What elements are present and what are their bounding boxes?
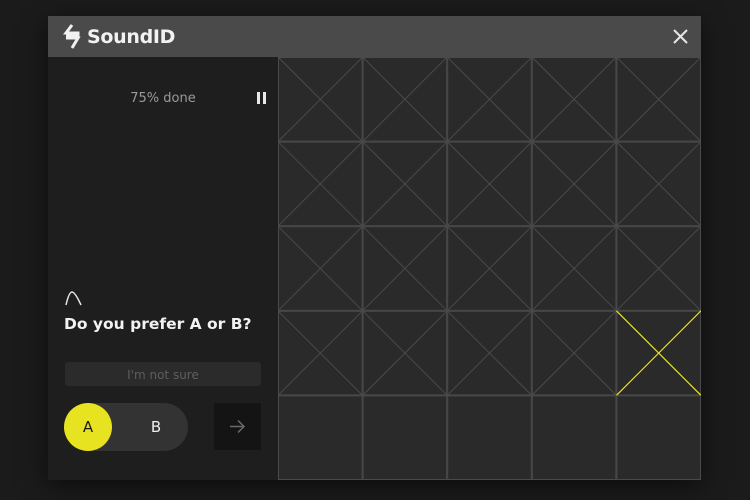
pause-icon[interactable] <box>257 92 260 104</box>
brand-name: SoundID <box>87 25 176 48</box>
grid-cell <box>278 395 363 480</box>
progress-text: 75% done <box>130 91 196 106</box>
not-sure-button[interactable]: I'm not sure <box>65 362 261 386</box>
ab-toggle[interactable]: A B <box>64 403 188 451</box>
close-button[interactable] <box>670 26 691 47</box>
pause-button[interactable] <box>254 90 268 106</box>
grid-cell <box>447 395 532 480</box>
arrow-right-icon[interactable] <box>229 418 246 435</box>
control-panel: 75% done Do you prefer A or B? I'm not s… <box>48 57 278 480</box>
option-a-button[interactable]: A <box>64 403 112 451</box>
grid-cell <box>531 395 617 480</box>
grid-cell <box>616 395 701 480</box>
progress-grid <box>278 57 701 480</box>
curve-icon <box>65 291 82 306</box>
grid-cell <box>362 395 448 480</box>
title-bar: SoundID <box>48 16 701 57</box>
question-text: Do you prefer A or B? <box>64 315 252 333</box>
logo: SoundID <box>63 24 175 49</box>
soundid-logo-icon <box>63 24 81 49</box>
next-button[interactable] <box>214 403 261 450</box>
option-b-button[interactable]: B <box>131 403 181 451</box>
progress-grid-svg <box>278 57 701 480</box>
pause-icon-bar[interactable] <box>263 92 266 104</box>
close-icon[interactable] <box>670 26 691 47</box>
soundid-window: SoundID 75% done Do you prefer A or B? I… <box>48 16 701 480</box>
